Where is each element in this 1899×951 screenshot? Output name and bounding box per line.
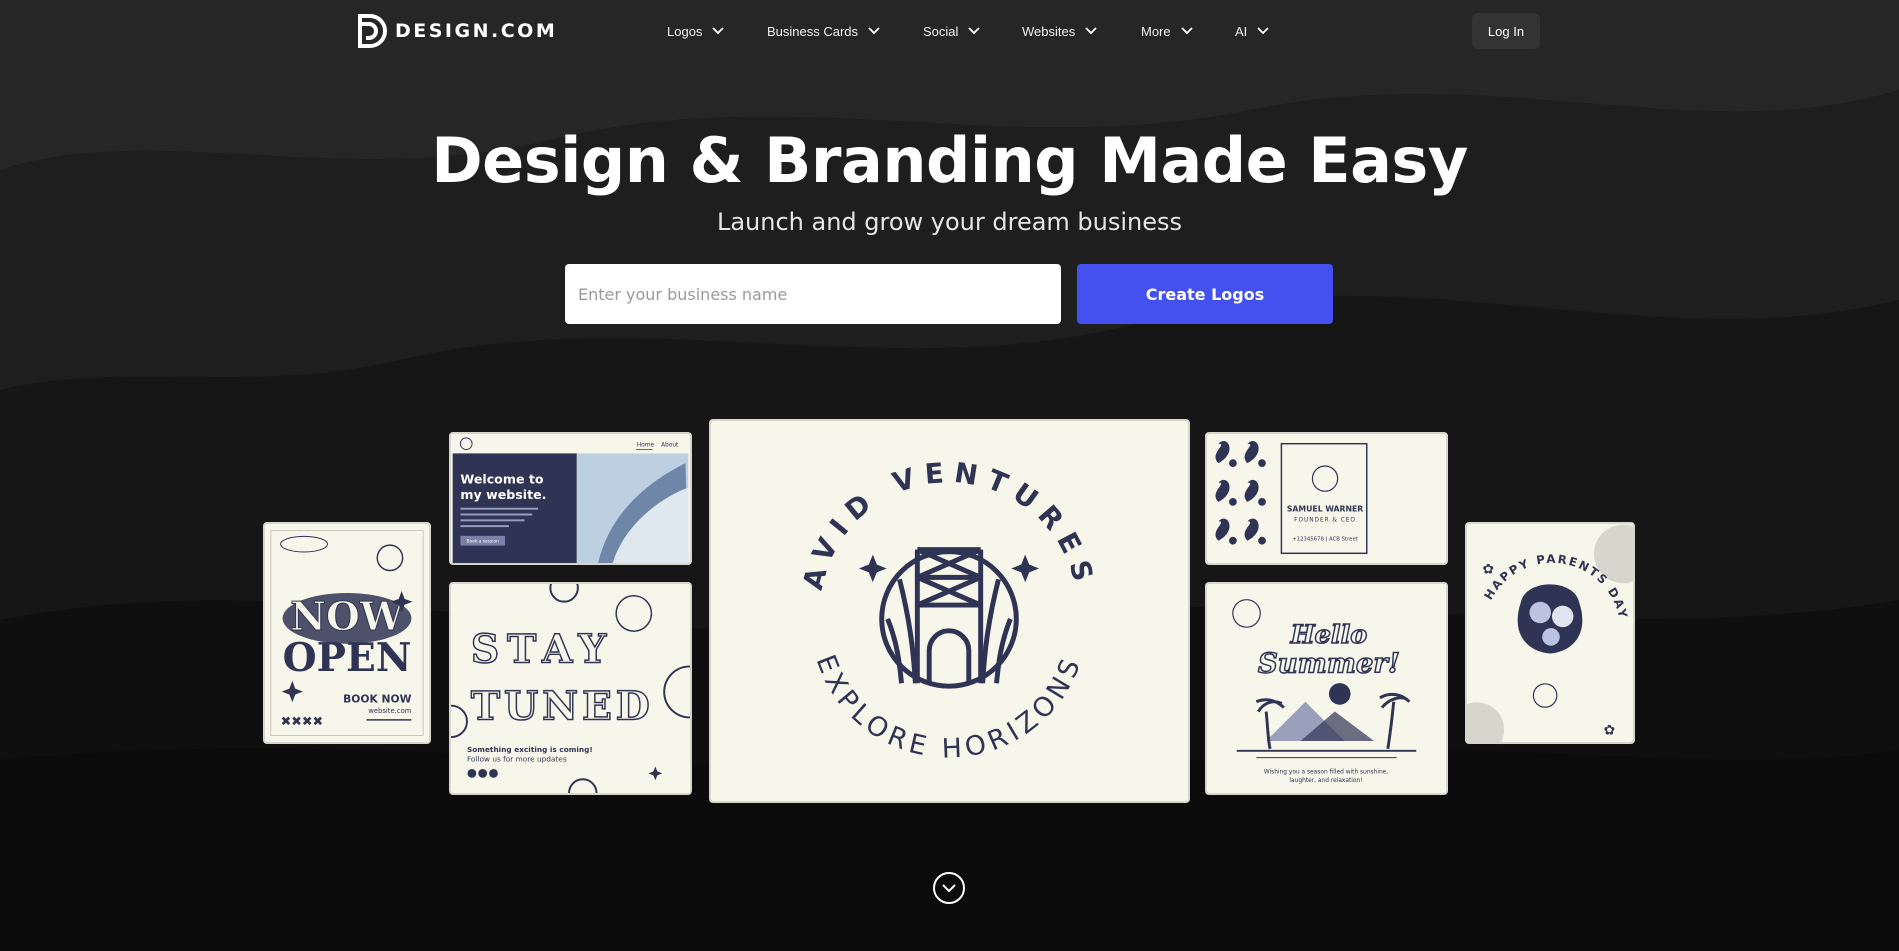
card-contact: +12345678 | ACB Street bbox=[1292, 537, 1358, 543]
nav-websites[interactable]: Websites bbox=[1022, 18, 1097, 44]
stay-tuned-line1: STAY bbox=[471, 626, 614, 672]
sun-icon bbox=[1328, 683, 1351, 705]
now-open-line1: NOW bbox=[290, 594, 405, 640]
chevron-down-icon bbox=[712, 27, 725, 35]
now-open-poster: NOW OPEN BOOK NOW website.com ✖✖✖✖ bbox=[270, 530, 424, 736]
svg-text:✿: ✿ bbox=[1483, 561, 1494, 576]
login-button[interactable]: Log In bbox=[1472, 13, 1540, 49]
nav-social-label: Social bbox=[923, 23, 959, 39]
summer-line2: Summer! bbox=[1258, 647, 1400, 679]
create-logos-button[interactable]: Create Logos bbox=[1077, 264, 1333, 324]
hello-summer-card[interactable]: Hello Summer! Wishing you a season fille… bbox=[1205, 582, 1448, 795]
business-card-template-card[interactable]: SAMUEL WARNER FOUNDER & CEO +12345678 | … bbox=[1205, 432, 1448, 565]
parents-day-card[interactable]: HAPPY PARENTS DAY ✿ ✿ bbox=[1465, 522, 1635, 744]
instagram-icon bbox=[489, 768, 498, 778]
chevron-down-icon bbox=[1085, 27, 1097, 35]
main-menu: Logos Business Cards Social Websites Mor… bbox=[0, 18, 1899, 44]
stay-tuned-caption1: Something exciting is coming! bbox=[467, 745, 593, 754]
chevron-down-icon bbox=[1180, 27, 1193, 35]
parents-day-poster: HAPPY PARENTS DAY ✿ ✿ bbox=[1467, 524, 1633, 742]
business-card-template: SAMUEL WARNER FOUNDER & CEO +12345678 | … bbox=[1215, 441, 1368, 555]
hero-title: Design & Branding Made Easy bbox=[431, 124, 1468, 197]
website-template: Home About Welcome to my website. Book a… bbox=[452, 434, 689, 563]
nav-more[interactable]: More bbox=[1141, 18, 1193, 44]
chevron-down-icon bbox=[968, 27, 981, 35]
facebook-icon bbox=[467, 768, 477, 778]
summer-caption1: Wishing you a season filled with sunshin… bbox=[1264, 769, 1388, 775]
nav-more-label: More bbox=[1141, 23, 1171, 39]
palm-tree-icon bbox=[1255, 698, 1285, 713]
summer-line1: Hello bbox=[1290, 620, 1368, 650]
nav-ai-label: AI bbox=[1235, 23, 1248, 39]
chevron-down-icon bbox=[942, 883, 956, 892]
nav-ai[interactable]: AI bbox=[1235, 18, 1269, 44]
summer-caption2: laughter, and relaxation! bbox=[1289, 778, 1362, 784]
nav-logos-label: Logos bbox=[667, 23, 703, 39]
now-open-site: website.com bbox=[368, 707, 412, 715]
now-open-poster-card[interactable]: NOW OPEN BOOK NOW website.com ✖✖✖✖ bbox=[263, 522, 431, 744]
logo-top-text: AVID VENTURES bbox=[796, 456, 1093, 593]
chevron-down-icon bbox=[1257, 27, 1269, 35]
chevron-down-icon bbox=[868, 27, 880, 35]
stay-tuned-line2: TUNED bbox=[471, 683, 654, 729]
avid-ventures-logo: AVID VENTURES EXPLORE HORIZONS bbox=[796, 456, 1102, 765]
twitter-icon bbox=[478, 768, 488, 778]
hero-subtitle: Launch and grow your dream business bbox=[716, 208, 1183, 236]
nav-business-cards-label: Business Cards bbox=[767, 23, 859, 39]
nav-social[interactable]: Social bbox=[923, 18, 981, 44]
scroll-down-button[interactable] bbox=[933, 872, 965, 904]
website-heading1: Welcome to bbox=[460, 471, 543, 486]
nav-business-cards[interactable]: Business Cards bbox=[767, 18, 880, 44]
business-name-input[interactable] bbox=[565, 264, 1061, 324]
top-navigation: DESIGN.COM Logos Business Cards Social W… bbox=[0, 0, 1899, 62]
avid-ventures-logo-card[interactable]: AVID VENTURES EXPLORE HORIZONS bbox=[709, 419, 1190, 803]
nav-logos[interactable]: Logos bbox=[667, 18, 725, 44]
now-open-line2: OPEN bbox=[283, 635, 412, 681]
stay-tuned-poster-card[interactable]: STAY TUNED Something exciting is coming!… bbox=[449, 582, 692, 795]
card-title: FOUNDER & CEO bbox=[1294, 517, 1356, 523]
nav-websites-label: Websites bbox=[1022, 23, 1076, 39]
stay-tuned-poster: STAY TUNED Something exciting is coming!… bbox=[451, 584, 690, 793]
svg-text:✖✖✖✖: ✖✖✖✖ bbox=[281, 714, 324, 729]
card-name: SAMUEL WARNER bbox=[1287, 505, 1363, 514]
website-nav-home: Home bbox=[637, 443, 655, 449]
svg-text:AVID VENTURES: AVID VENTURES bbox=[796, 456, 1102, 593]
svg-text:EXPLORE HORIZONS: EXPLORE HORIZONS bbox=[810, 651, 1089, 765]
website-button: Book a session bbox=[467, 539, 500, 545]
now-open-book: BOOK NOW bbox=[343, 692, 412, 705]
hello-summer-poster: Hello Summer! Wishing you a season fille… bbox=[1232, 599, 1417, 784]
website-template-card[interactable]: Home About Welcome to my website. Book a… bbox=[449, 432, 692, 565]
svg-text:✿: ✿ bbox=[1604, 723, 1615, 738]
website-heading2: my website. bbox=[460, 487, 546, 502]
logo-bottom-text: EXPLORE HORIZONS bbox=[810, 651, 1084, 765]
stay-tuned-caption2: Follow us for more updates bbox=[467, 755, 567, 764]
website-nav-about: About bbox=[661, 443, 679, 449]
bridge-icon bbox=[879, 547, 1019, 689]
